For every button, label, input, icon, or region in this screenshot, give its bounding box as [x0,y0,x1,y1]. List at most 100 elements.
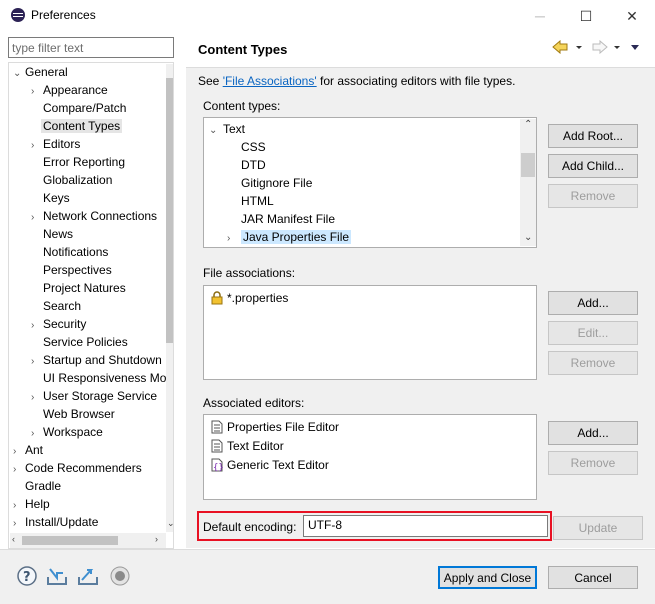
tree-item-label: Compare/Patch [43,101,127,115]
tree-item-label: General [25,65,68,79]
tree-item[interactable]: ⌄ General [13,63,68,81]
close-button[interactable]: ✕ [609,0,655,32]
help-icon[interactable]: ? [16,565,38,587]
history-nav [552,39,642,57]
tree-item[interactable]: › Help [13,495,50,513]
filter-input[interactable] [8,37,174,58]
eclipse-app-icon [11,8,25,22]
import-icon[interactable] [46,565,68,587]
add-child-button[interactable]: Add Child... [548,154,638,178]
tree-item[interactable]: Compare/Patch [31,99,126,117]
content-type-item[interactable]: ⌄ Text [209,120,245,138]
file-associations-link[interactable]: 'File Associations' [223,74,317,88]
tree-item[interactable]: › Security [31,315,86,333]
file-associations-list[interactable]: *.properties [203,285,537,380]
tree-item-label: Content Types [41,119,123,133]
tree-item[interactable]: Gradle [13,477,61,495]
content-type-item[interactable]: DTD [227,156,266,174]
tree-item-label: Keys [43,191,70,205]
default-encoding-field[interactable]: UTF-8 [303,515,548,537]
tree-item[interactable]: › Workspace [31,423,103,441]
content-type-item[interactable]: HTML [227,192,274,210]
forward-menu-chevron-icon[interactable] [614,46,620,49]
tree-item[interactable]: Service Policies [31,333,128,351]
tree-item[interactable]: › Editors [31,135,80,153]
record-icon[interactable] [109,565,131,587]
list-item[interactable]: *.properties [211,289,288,307]
content-types-label: Content types: [203,99,281,113]
tree-item[interactable]: › Startup and Shutdown [31,351,162,369]
back-arrow-icon[interactable] [552,39,568,55]
collapsed-chevron-icon[interactable]: › [227,230,241,247]
preference-tree[interactable]: ⌄ General › Appearance Compare/Patch Content … [8,62,174,549]
content-types-scroll-thumb[interactable] [521,153,535,177]
associated-editors-list[interactable]: Properties File Editor Text Editor {} Ge… [203,414,537,500]
scroll-down-arrow-icon[interactable]: ⌄ [524,232,532,243]
update-button[interactable]: Update [553,516,643,540]
forward-arrow-icon[interactable] [592,39,608,55]
svg-text:?: ? [23,570,31,585]
content-type-item[interactable]: › Java Properties File [227,228,352,247]
tree-item[interactable]: › Ant [13,441,43,459]
cancel-button[interactable]: Cancel [548,566,638,589]
tree-item[interactable]: Content Types [31,117,123,135]
back-menu-chevron-icon[interactable] [576,46,582,49]
tree-item-label: Network Connections [43,209,158,223]
tree-item[interactable]: Keys [31,189,70,207]
tree-vertical-scrollbar[interactable]: ⌄ [166,64,173,532]
view-menu-icon[interactable] [631,45,639,50]
tree-item[interactable]: Project Natures [31,279,126,297]
tree-item[interactable]: Perspectives [31,261,112,279]
tree-item[interactable]: Error Reporting [31,153,125,171]
tree-item-label: Startup and Shutdown [43,353,162,367]
list-item[interactable]: Text Editor [211,437,284,455]
add-root-button[interactable]: Add Root... [548,124,638,148]
tree-item[interactable]: › Appearance [31,81,108,99]
tree-item[interactable]: News [31,225,73,243]
tree-horizontal-scrollbar[interactable]: ‹ › [10,533,166,548]
scroll-right-arrow-icon[interactable]: › [155,534,158,544]
scroll-down-arrow-icon[interactable]: ⌄ [167,518,173,529]
file-associations-label: File associations: [203,266,296,280]
tree-item[interactable]: › Code Recommenders [13,459,142,477]
edit-file-association-button[interactable]: Edit... [548,321,638,345]
tree-item[interactable]: Notifications [31,243,108,261]
collapsed-chevron-icon[interactable]: › [13,515,25,533]
apply-and-close-button[interactable]: Apply and Close [438,566,537,589]
tree-horizontal-scroll-thumb[interactable] [22,536,118,545]
expanded-chevron-icon[interactable]: ⌄ [13,65,25,83]
tree-item[interactable]: UI Responsiveness Monitoring [31,369,173,387]
tree-item[interactable]: Search [31,297,81,315]
add-file-association-button[interactable]: Add... [548,291,638,315]
content-types-scrollbar[interactable]: ⌃ ⌄ [520,119,536,246]
tree-item[interactable]: › Install/Update [13,513,98,531]
tree-item[interactable]: › User Storage Service [31,387,157,405]
tree-item[interactable]: Web Browser [31,405,115,423]
content-type-item[interactable]: JAR Manifest File [227,210,335,228]
tree-item-label: Globalization [43,173,113,187]
content-type-label: HTML [241,194,274,208]
tree-item[interactable]: › Network Connections [31,207,157,225]
tree-item-label: Perspectives [43,263,112,277]
add-editor-button[interactable]: Add... [548,421,638,445]
maximize-button[interactable]: ☐ [563,0,609,32]
expanded-chevron-icon[interactable]: ⌄ [209,122,223,140]
content-type-label: JAR Manifest File [241,212,336,226]
content-type-item[interactable]: Gitignore File [227,174,312,192]
minimize-button[interactable]: ─ [517,0,563,32]
list-item[interactable]: {} Generic Text Editor [211,456,329,474]
tree-item[interactable]: Globalization [31,171,112,189]
editor-label: Text Editor [227,439,284,453]
export-icon[interactable] [77,565,99,587]
remove-editor-button[interactable]: Remove [548,451,638,475]
tree-item-label: Gradle [25,479,62,493]
content-type-item[interactable]: CSS [227,138,266,156]
content-types-tree[interactable]: ⌄ Text CSS DTD Gitignore File HTML JAR Manifes… [203,117,537,248]
content-type-label: DTD [241,158,266,172]
scroll-up-arrow-icon[interactable]: ⌃ [524,119,532,130]
tree-vertical-scroll-thumb[interactable] [166,78,173,343]
remove-file-association-button[interactable]: Remove [548,351,638,375]
remove-content-type-button[interactable]: Remove [548,184,638,208]
list-item[interactable]: Properties File Editor [211,418,339,436]
scroll-left-arrow-icon[interactable]: ‹ [12,534,15,544]
